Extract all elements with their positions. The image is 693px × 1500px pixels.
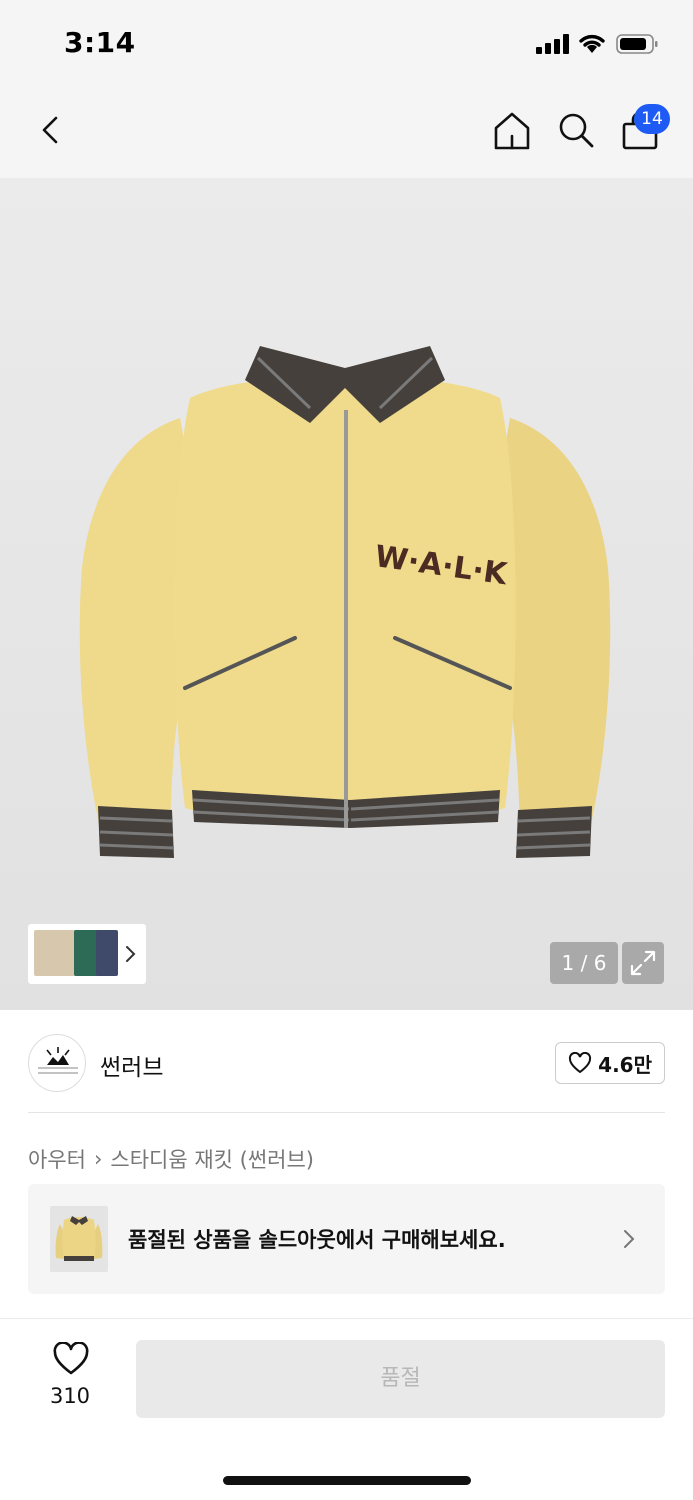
heart-icon — [569, 1052, 592, 1074]
back-icon[interactable] — [34, 110, 68, 150]
soldout-banner-text: 품절된 상품을 솔드아웃에서 구매해보세요. — [128, 1228, 506, 1252]
bottom-bar-divider — [0, 1318, 693, 1319]
brand-like-count: 4.6만 — [598, 1052, 652, 1077]
image-counter: 1 / 6 — [550, 942, 618, 984]
chevron-right-icon — [624, 1230, 635, 1248]
soldout-button[interactable]: 품절 — [136, 1340, 665, 1418]
home-indicator — [223, 1476, 471, 1485]
chevron-right-icon — [126, 946, 136, 962]
top-nav — [0, 88, 693, 178]
brand-name[interactable]: 썬러브 — [100, 1048, 163, 1082]
product-jacket-image: W·A·L·K — [79, 346, 611, 858]
status-bar: 3:14 — [0, 0, 693, 88]
cart-count-badge: 14 — [634, 104, 670, 134]
wishlist-count: 310 — [49, 1384, 91, 1408]
expand-button[interactable] — [622, 942, 664, 984]
banner-jacket-image — [55, 1216, 103, 1261]
brand-row: 썬러브 4.6만 — [28, 1034, 665, 1092]
wifi-icon — [579, 34, 605, 53]
thumbnail-beige[interactable] — [34, 930, 78, 976]
brand-logo[interactable] — [28, 1034, 86, 1092]
expand-icon — [630, 950, 656, 976]
product-image-gallery[interactable]: W·A·L·K 1 / 6 — [0, 178, 693, 1010]
banner-product-thumbnail — [50, 1206, 108, 1272]
battery-icon — [616, 34, 658, 54]
thumbnail-strip[interactable] — [28, 924, 146, 984]
cellular-signal-icon — [536, 34, 570, 54]
brand-like-button[interactable]: 4.6만 — [555, 1042, 665, 1084]
soldout-banner[interactable]: 품절된 상품을 솔드아웃에서 구매해보세요. — [28, 1184, 665, 1294]
thumbnail-navy[interactable] — [96, 930, 118, 976]
breadcrumb: 아우터 › 스타디움 재킷 (썬러브) — [28, 1144, 314, 1174]
breadcrumb-product[interactable]: 스타디움 재킷 (썬러브) — [110, 1144, 314, 1174]
sunlove-logo-image — [36, 1047, 80, 1074]
wishlist-button[interactable]: 310 — [34, 1340, 106, 1420]
home-icon[interactable] — [492, 110, 532, 152]
heart-icon — [53, 1342, 89, 1375]
divider — [28, 1112, 665, 1113]
breadcrumb-separator: › — [93, 1147, 103, 1171]
status-time: 3:14 — [64, 26, 136, 59]
search-icon[interactable] — [556, 110, 596, 150]
breadcrumb-category[interactable]: 아우터 — [28, 1144, 86, 1174]
